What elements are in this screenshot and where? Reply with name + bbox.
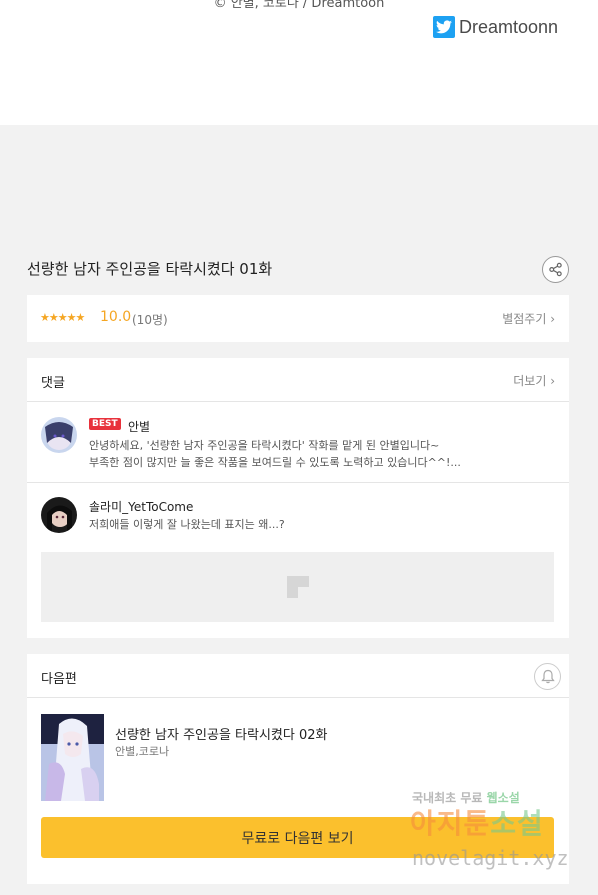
next-episode-title-label: 다음편 (41, 672, 77, 687)
twitter-handle: Dreamtoonn (459, 16, 559, 37)
comment-text-line1: 저희애들 이렇게 잘 나왔는데 표지는 왜...? (89, 518, 285, 531)
comment-text-line2: 부족한 점이 많지만 늘 좋은 작품을 보여드릴 수 있도록 노력하고 있습니다… (89, 456, 461, 469)
share-icon (549, 262, 562, 277)
comments-card: 댓글 더보기 › BEST 안별 안녕하세요, '선량한 남자 주인공을 타락시… (27, 358, 569, 638)
comment-author: 안별 (128, 420, 151, 434)
rating-card: ★★★★★ 10.0 (10명) 별점주기 › (27, 295, 569, 342)
next-episode-header: 다음편 (27, 654, 569, 698)
episode-title: 선량한 남자 주인공을 타락시켰다 01화 (27, 260, 273, 278)
rate-button[interactable]: 별점주기 › (502, 310, 555, 327)
rating-count: (10명) (132, 313, 168, 327)
avatar[interactable] (41, 497, 77, 533)
best-badge: BEST (89, 418, 121, 430)
comments-header: 댓글 더보기 › (27, 358, 569, 402)
notify-button[interactable] (534, 663, 561, 690)
top-section: © 안별, 코로나 / Dreamtoon Dreamtoonn (0, 0, 598, 125)
twitter-icon (433, 16, 455, 38)
next-episode-card: 다음편 선량한 남자 주인공을 타락시켰다 02화 안별,코로나 무료로 다음편… (27, 654, 569, 884)
comment-item: BEST 안별 안녕하세요, '선량한 남자 주인공을 타락시켰다' 작화를 맡… (27, 403, 569, 483)
bell-icon (540, 669, 555, 684)
image-placeholder (41, 552, 554, 622)
comment-author: 솔라미_YetToCome (89, 500, 194, 514)
copyright-text: © 안별, 코로나 / Dreamtoon (213, 0, 385, 11)
next-episode-author: 안별,코로나 (115, 745, 170, 758)
comments-more-link[interactable]: 더보기 › (513, 372, 555, 389)
twitter-link[interactable]: Dreamtoonn (433, 16, 558, 38)
free-next-episode-button[interactable]: 무료로 다음편 보기 (41, 817, 554, 858)
rating-score: 10.0 (100, 309, 132, 325)
next-episode-title[interactable]: 선량한 남자 주인공을 타락시켰다 02화 (115, 724, 327, 743)
image-placeholder-icon (286, 576, 309, 598)
avatar[interactable] (41, 417, 77, 453)
comment-item: 솔라미_YetToCome 저희애들 이렇게 잘 나왔는데 표지는 왜...? (27, 484, 569, 638)
rating-stars: ★★★★★ (40, 311, 85, 324)
comment-text-line1: 안녕하세요, '선량한 남자 주인공을 타락시켰다' 작화를 맡게 된 안별입니… (89, 439, 440, 452)
next-episode-thumbnail[interactable] (41, 714, 104, 801)
comments-title: 댓글 (41, 376, 65, 391)
share-button[interactable] (542, 256, 569, 283)
